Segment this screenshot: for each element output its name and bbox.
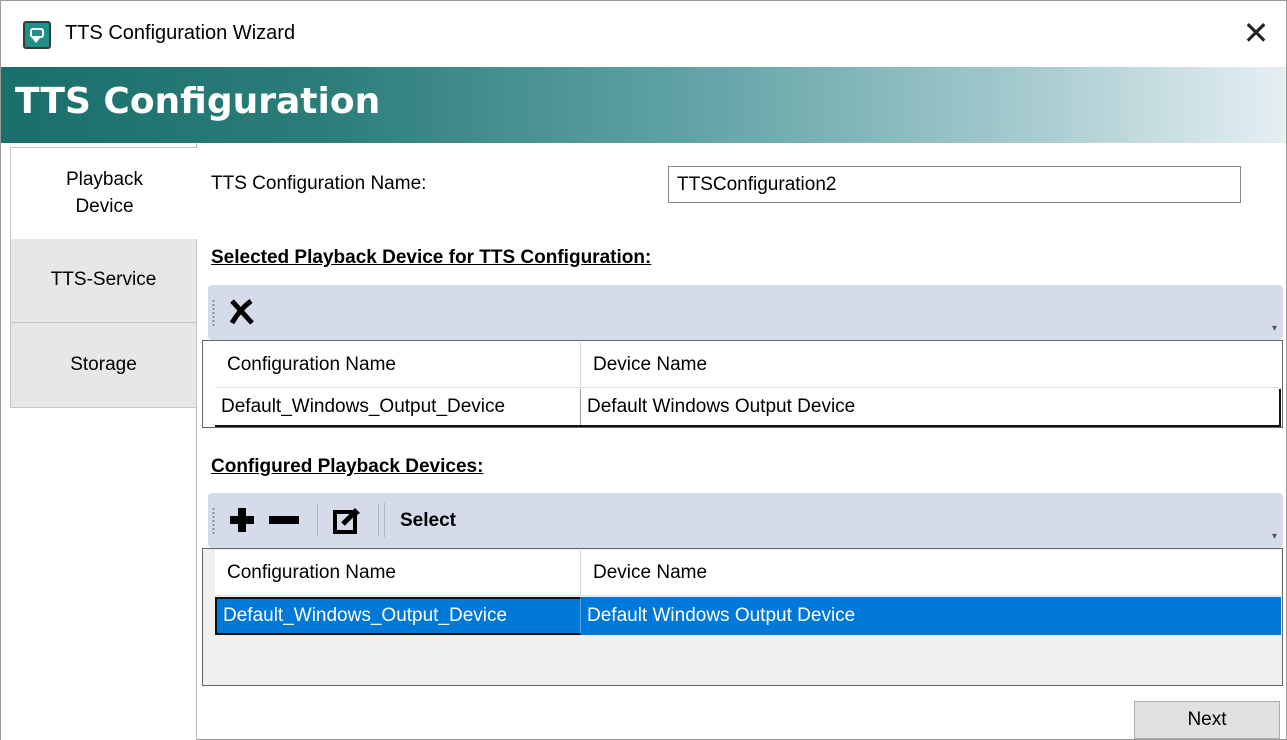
header-banner: TTS Configuration	[1, 67, 1286, 143]
title-bar[interactable]: TTS Configuration Wizard ✕	[1, 1, 1286, 67]
tab-storage[interactable]: Storage	[10, 322, 197, 408]
toolbar-overflow-button[interactable]: ▾	[1272, 531, 1277, 542]
chat-bubble-app-icon	[23, 21, 51, 49]
wizard-tabs: Playback Device TTS-Service Storage	[1, 143, 198, 740]
toolbar-separator	[317, 503, 318, 537]
cell-configuration-name[interactable]: Default_Windows_Output_Device	[215, 389, 581, 425]
wizard-window: TTS Configuration Wizard ✕ TTS Configura…	[0, 0, 1287, 740]
configured-devices-section-title: Configured Playback Devices:	[211, 456, 484, 477]
remove-icon	[269, 516, 299, 524]
tab-tts-service[interactable]: TTS-Service	[10, 237, 197, 323]
select-button[interactable]: Select	[400, 510, 456, 532]
banner-title: TTS Configuration	[15, 81, 381, 122]
toolbar-grip[interactable]	[212, 507, 215, 535]
tab-playback-device[interactable]: Playback Device	[10, 147, 198, 239]
window-title: TTS Configuration Wizard	[65, 22, 296, 44]
remove-button[interactable]	[264, 501, 304, 539]
table-row-selected[interactable]: Default_Windows_Output_Device Default Wi…	[215, 597, 1281, 635]
remove-selected-button[interactable]	[222, 293, 262, 331]
cell-device-name[interactable]: Default Windows Output Device	[581, 597, 1281, 635]
toolbar-separator	[384, 503, 385, 537]
config-name-label: TTS Configuration Name:	[211, 173, 427, 194]
edit-icon	[333, 508, 360, 534]
selected-device-section-title: Selected Playback Device for TTS Configu…	[211, 247, 652, 268]
toolbar-separator	[378, 503, 379, 537]
selected-device-toolbar: ▾	[208, 285, 1283, 340]
column-header-device-name[interactable]: Device Name	[581, 342, 1281, 387]
configured-devices-grid: Configuration Name Device Name Default_W…	[202, 548, 1283, 686]
configured-devices-toolbar: Select ▾	[208, 493, 1283, 548]
config-name-input[interactable]	[668, 166, 1241, 203]
add-button[interactable]	[224, 501, 260, 539]
tab-playback-device-label: Playback Device	[65, 168, 144, 217]
cell-configuration-name[interactable]: Default_Windows_Output_Device	[215, 597, 581, 635]
table-row[interactable]: Default_Windows_Output_Device Default Wi…	[215, 389, 1281, 427]
column-header-configuration-name[interactable]: Configuration Name	[215, 342, 581, 387]
toolbar-grip[interactable]	[212, 299, 215, 327]
remove-x-icon	[229, 299, 254, 325]
toolbar-overflow-button[interactable]: ▾	[1272, 323, 1277, 334]
close-button[interactable]: ✕	[1234, 11, 1278, 55]
add-icon	[230, 508, 254, 532]
next-button[interactable]: Next	[1134, 701, 1280, 739]
tab-storage-label: Storage	[70, 354, 137, 375]
grid-header: Configuration Name Device Name	[215, 550, 1281, 596]
edit-button[interactable]	[328, 501, 366, 539]
tab-tts-service-label: TTS-Service	[50, 269, 157, 290]
column-header-configuration-name[interactable]: Configuration Name	[215, 550, 581, 595]
cell-device-name[interactable]: Default Windows Output Device	[581, 389, 1281, 425]
grid-header: Configuration Name Device Name	[215, 342, 1281, 388]
selected-device-grid: Configuration Name Device Name Default_W…	[202, 340, 1283, 428]
column-header-device-name[interactable]: Device Name	[581, 550, 1281, 595]
